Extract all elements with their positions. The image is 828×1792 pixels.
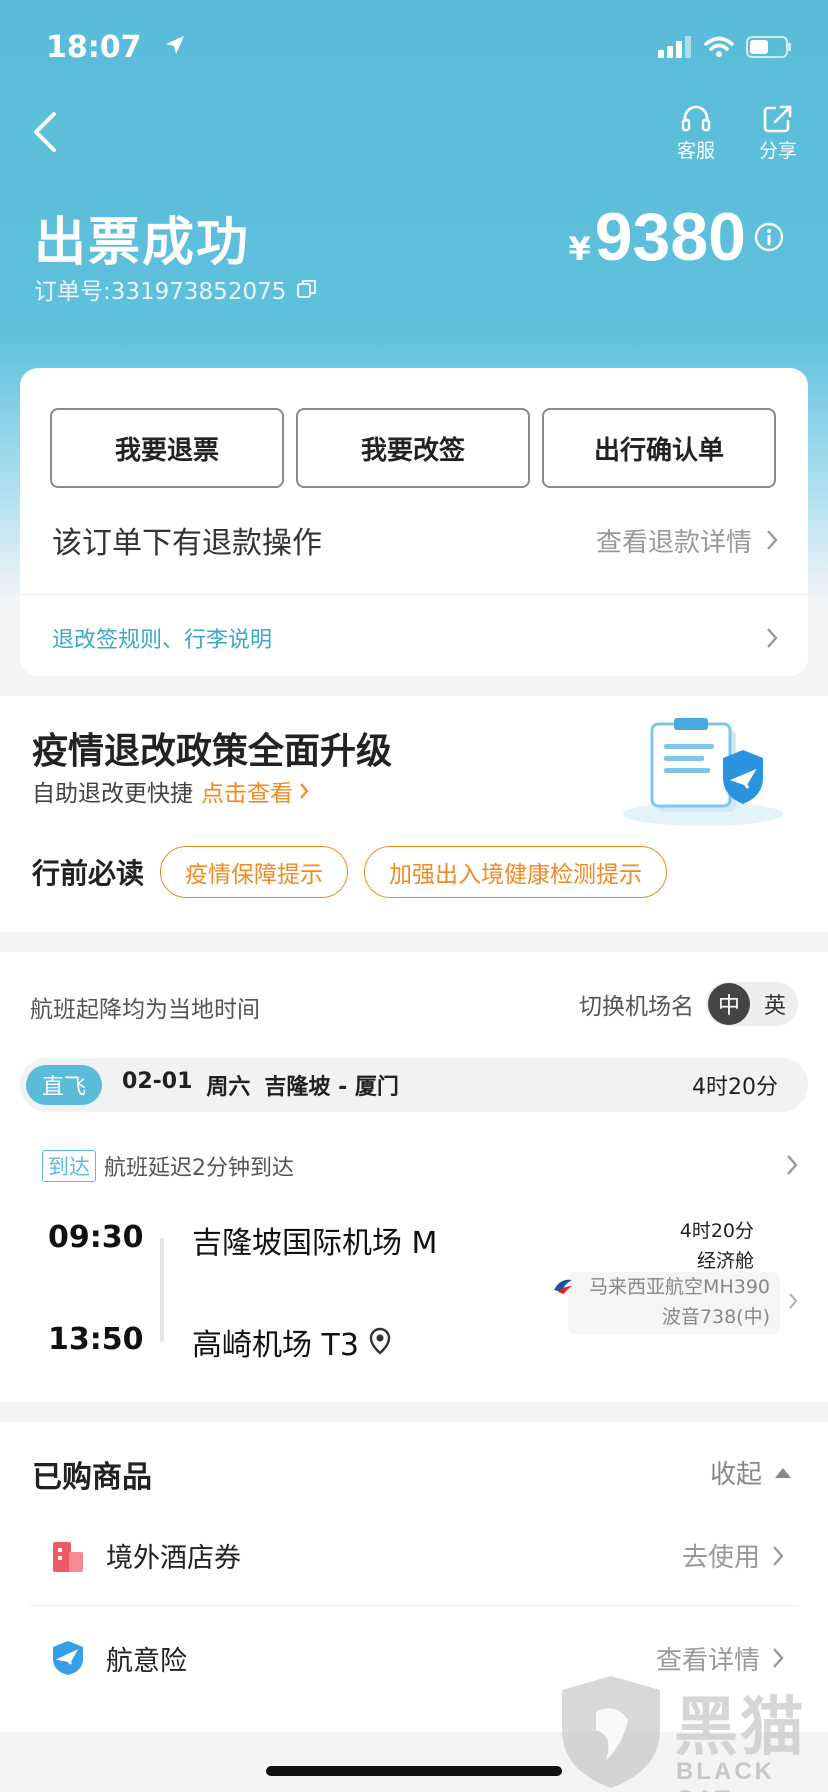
- battery-icon: [746, 36, 791, 58]
- hotel-icon: [53, 1541, 83, 1572]
- product-name: 航意险: [106, 1645, 187, 1677]
- order-number-text: 订单号:331973852075: [34, 279, 287, 305]
- wifi-icon: [704, 36, 734, 57]
- departure-airport-name: 吉隆坡国际机场 M: [192, 1226, 438, 1261]
- flight-duration: 4时20分: [679, 1220, 754, 1242]
- chevron-right-icon: [787, 1155, 798, 1175]
- flight-weekday: 周六: [206, 1075, 251, 1100]
- watermark-text: 黑猫: [674, 1691, 806, 1765]
- language-toggle[interactable]: 中 英: [706, 982, 798, 1026]
- timeline-line: [160, 1238, 164, 1342]
- triangle-up-icon: [775, 1467, 791, 1478]
- airline-name: 马来西亚航空MH390: [589, 1276, 770, 1298]
- delay-row[interactable]: 到达 航班延迟2分钟到达: [42, 1148, 798, 1184]
- customer-service-label: 客服: [676, 140, 715, 162]
- price-currency: ¥: [568, 230, 591, 268]
- airline-logo-icon: [554, 1279, 572, 1294]
- switch-label: 切换机场名: [579, 994, 694, 1020]
- rules-link[interactable]: 退改签规则、行李说明: [52, 622, 272, 654]
- product-action: 查看详情: [655, 1645, 760, 1676]
- chevron-right-icon: [773, 1545, 784, 1566]
- change-ticket-button[interactable]: 我要改签: [296, 408, 530, 488]
- status-bar: 18:07: [46, 30, 792, 70]
- policy-subtitle-text: 自助退改更快捷: [32, 781, 193, 807]
- share-icon: [763, 105, 792, 133]
- products-heading: 已购商品: [32, 1460, 152, 1495]
- airline-info[interactable]: 马来西亚航空MH390 波音738(中): [554, 1272, 798, 1334]
- copy-icon[interactable]: [296, 278, 318, 300]
- use-hotel-voucher-link[interactable]: 去使用: [682, 1537, 784, 1574]
- status-time: 18:07: [46, 30, 142, 65]
- rules-row[interactable]: 退改签规则、行李说明: [52, 620, 778, 656]
- signal-icon: [658, 36, 691, 58]
- health-check-tag[interactable]: 加强出入境健康检测提示: [364, 846, 668, 898]
- map-pin-icon[interactable]: [369, 1327, 391, 1357]
- local-time-note: 航班起降均为当地时间: [30, 997, 260, 1023]
- page-title: 出票成功: [34, 213, 251, 273]
- epidemic-guarantee-tag[interactable]: 疫情保障提示: [160, 846, 349, 898]
- back-arrow-icon[interactable]: [28, 108, 68, 156]
- refund-status-row[interactable]: 该订单下有退款操作 查看退款详情: [52, 518, 778, 562]
- order-number: 订单号:331973852075: [34, 272, 318, 306]
- price-amount: 9380: [594, 199, 746, 275]
- flight-info-section: 航班起降均为当地时间 切换机场名 中 英 直飞 02-01 周六 吉隆坡 - 厦…: [0, 952, 828, 1402]
- epidemic-policy-section: 疫情退改政策全面升级 自助退改更快捷 点击查看 行前必读 疫情保障提示 加强出入…: [0, 696, 828, 932]
- toggle-chinese[interactable]: 中: [708, 983, 750, 1025]
- policy-subtitle: 自助退改更快捷 点击查看: [32, 774, 309, 808]
- arrival-tag: 到达: [42, 1150, 96, 1182]
- toggle-english[interactable]: 英: [764, 988, 786, 1020]
- chevron-right-icon: [789, 1293, 798, 1309]
- departure-time: 09:30: [48, 1220, 144, 1255]
- share-label: 分享: [758, 140, 797, 162]
- refund-notice: 该订单下有退款操作: [52, 526, 322, 561]
- info-icon[interactable]: [754, 222, 784, 252]
- refund-button[interactable]: 我要退票: [50, 408, 284, 488]
- total-duration: 4时20分: [692, 1075, 778, 1100]
- delay-text: 航班延迟2分钟到达: [104, 1156, 294, 1181]
- product-action: 去使用: [681, 1543, 760, 1573]
- departure-airport: 吉隆坡国际机场 M: [192, 1218, 437, 1262]
- black-cat-shield-icon: [562, 1676, 660, 1788]
- headset-icon: [681, 105, 711, 132]
- chevron-right-icon: [300, 783, 309, 799]
- travel-confirmation-button[interactable]: 出行确认单: [542, 408, 776, 488]
- flight-date: 02-01: [122, 1069, 193, 1094]
- arrival-airport-name: 高崎机场 T3: [192, 1328, 359, 1363]
- chevron-right-icon: [767, 530, 778, 550]
- product-name: 境外酒店券: [106, 1543, 241, 1574]
- share-button[interactable]: 分享: [748, 104, 808, 163]
- refund-detail-link[interactable]: 查看退款详情: [596, 522, 778, 559]
- aircraft-type: 波音738(中): [661, 1306, 770, 1328]
- order-price: ¥ 9380: [568, 198, 784, 276]
- flight-details: 4时20分 经济舱: [680, 1216, 754, 1276]
- policy-view-link[interactable]: 点击查看: [201, 774, 309, 808]
- watermark-subtext: BLACK CAT: [676, 1758, 775, 1792]
- policy-document-illustration: [623, 718, 783, 826]
- policy-heading: 疫情退改政策全面升级: [32, 731, 393, 772]
- customer-service-button[interactable]: 客服: [666, 104, 726, 163]
- view-insurance-details-link[interactable]: 查看详情: [656, 1640, 784, 1677]
- must-read-label: 行前必读: [32, 857, 145, 890]
- flight-summary-bar: 直飞 02-01 周六 吉隆坡 - 厦门 4时20分: [20, 1058, 808, 1112]
- policy-view-label: 点击查看: [201, 781, 293, 807]
- arrival-time: 13:50: [48, 1322, 144, 1357]
- order-actions-card: 我要退票 我要改签 出行确认单 该订单下有退款操作 查看退款详情 退改签规则、行…: [20, 368, 808, 676]
- black-cat-watermark: 黑猫 BLACK CAT: [556, 1672, 828, 1792]
- direct-badge: 直飞: [26, 1065, 103, 1105]
- must-read-row: 行前必读 疫情保障提示 加强出入境健康检测提示: [32, 846, 668, 898]
- divider: [20, 594, 808, 595]
- home-indicator[interactable]: [266, 1766, 562, 1776]
- flight-route: 吉隆坡 - 厦门: [264, 1075, 399, 1100]
- location-arrow-icon: [166, 36, 184, 54]
- collapse-button[interactable]: 收起: [710, 1454, 792, 1491]
- flight-route-info: 02-01 周六 吉隆坡 - 厦门: [122, 1069, 399, 1101]
- product-row-hotel-voucher[interactable]: 境外酒店券 去使用: [30, 1506, 798, 1606]
- collapse-label: 收起: [709, 1460, 762, 1490]
- airport-name-switch: 切换机场名 中 英: [579, 982, 798, 1026]
- chevron-right-icon: [773, 1648, 784, 1668]
- arrival-airport[interactable]: 高崎机场 T3: [192, 1320, 391, 1364]
- refund-detail-label: 查看退款详情: [595, 527, 752, 558]
- insurance-shield-icon: [53, 1641, 83, 1675]
- chevron-right-icon: [767, 628, 778, 648]
